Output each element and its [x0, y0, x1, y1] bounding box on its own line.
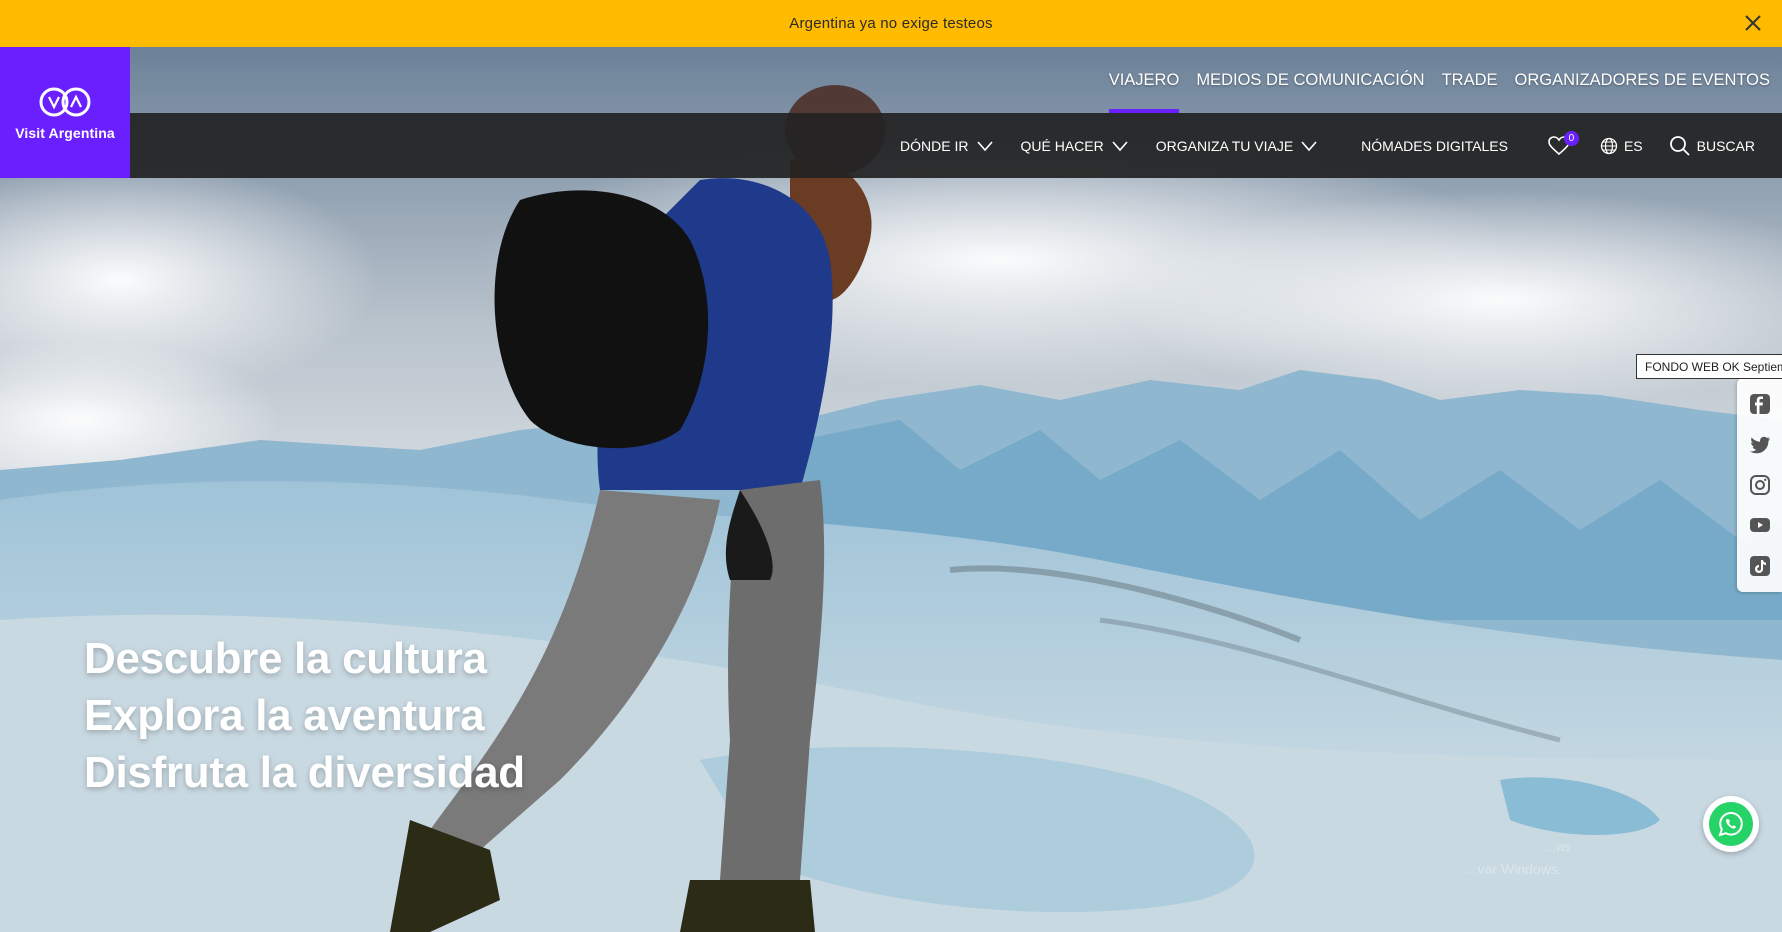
- menu-donde-ir[interactable]: DÓNDE IR: [900, 137, 993, 154]
- image-tooltip: FONDO WEB OK Septiembre: [1636, 354, 1782, 379]
- search-icon: [1669, 135, 1690, 156]
- globe-icon: [1600, 137, 1618, 154]
- menu-organiza-label: ORGANIZA TU VIAJE: [1155, 137, 1294, 154]
- audience-nav: VIAJERO MEDIOS DE COMUNICACIÓN TRADE ORG…: [130, 47, 1782, 113]
- watermark-line-1: ...ws: [1546, 840, 1571, 854]
- language-selector[interactable]: ES: [1600, 137, 1643, 155]
- search-button[interactable]: BUSCAR: [1669, 135, 1755, 157]
- menu-organiza[interactable]: ORGANIZA TU VIAJE: [1156, 138, 1317, 154]
- youtube-icon[interactable]: [1748, 513, 1772, 537]
- tab-viajero[interactable]: VIAJERO: [1108, 47, 1179, 113]
- tab-trade[interactable]: TRADE: [1442, 47, 1498, 113]
- tiktok-icon[interactable]: [1748, 554, 1772, 578]
- twitter-icon[interactable]: [1748, 433, 1772, 457]
- visit-argentina-logo[interactable]: Visit Argentina: [0, 47, 130, 178]
- menu-donde-ir-label: DÓNDE IR: [900, 137, 969, 154]
- logo-text: Visit Argentina: [15, 124, 115, 141]
- whatsapp-button[interactable]: [1703, 796, 1759, 852]
- tab-organizadores[interactable]: ORGANIZADORES DE EVENTOS: [1515, 47, 1771, 113]
- menu-que-hacer[interactable]: QUÉ HACER: [1021, 138, 1128, 154]
- chevron-down-icon: [976, 140, 993, 151]
- chevron-down-icon: [1301, 140, 1317, 151]
- hero-line-3: Disfruta la diversidad: [84, 748, 525, 797]
- search-label: BUSCAR: [1696, 137, 1755, 154]
- favorites-count-badge: 0: [1563, 130, 1579, 146]
- favorites-button[interactable]: 0: [1548, 130, 1579, 156]
- menu-que-hacer-label: QUÉ HACER: [1020, 137, 1104, 154]
- logo-icon: [39, 87, 91, 116]
- close-icon[interactable]: [1742, 12, 1764, 34]
- hero-line-1: Descubre la cultura: [84, 634, 487, 683]
- whatsapp-icon: [1709, 802, 1753, 846]
- menu-nomades-label: NÓMADES DIGITALES: [1361, 137, 1508, 154]
- facebook-icon[interactable]: [1748, 392, 1772, 416]
- instagram-icon[interactable]: [1748, 473, 1772, 497]
- watermark-line-2: ...var Windows.: [1466, 861, 1562, 877]
- social-sidebar: [1737, 378, 1782, 592]
- hero-line-2: Explora la aventura: [84, 691, 485, 740]
- os-activation-watermark: ...ws ...var Windows.: [1466, 836, 1571, 880]
- alert-banner: Argentina ya no exige testeos: [0, 0, 1782, 47]
- tab-medios[interactable]: MEDIOS DE COMUNICACIÓN: [1196, 47, 1424, 113]
- alert-text: Argentina ya no exige testeos: [789, 15, 993, 32]
- menu-nomades[interactable]: NÓMADES DIGITALES: [1361, 138, 1508, 154]
- hero-headline: Descubre la cultura Explora la aventura …: [84, 630, 525, 801]
- language-label: ES: [1623, 137, 1643, 154]
- chevron-down-icon: [1112, 140, 1128, 151]
- main-nav: DÓNDE IR QUÉ HACER ORGANIZA TU VIAJE NÓM…: [130, 113, 1782, 178]
